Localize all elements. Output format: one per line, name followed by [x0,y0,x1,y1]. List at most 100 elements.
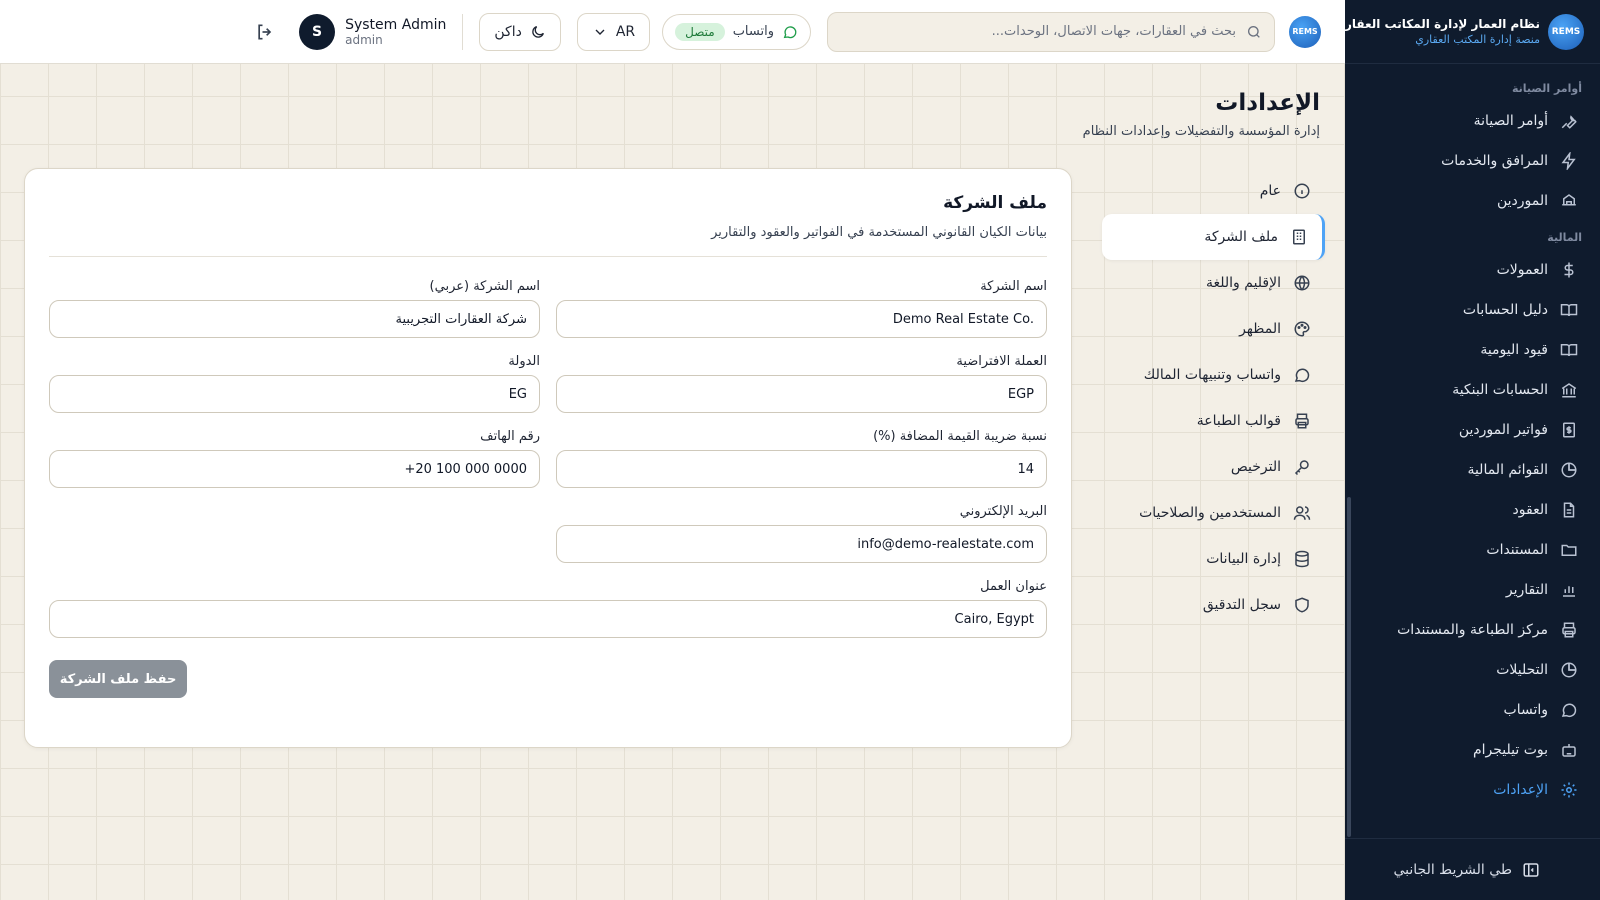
app-logo[interactable]: REMS [1289,15,1321,48]
country-input[interactable]: EG [49,375,540,413]
company-name-input[interactable]: Demo Real Estate Co. [556,300,1047,338]
sidebar-item-label: بوت تيليجرام [1472,742,1548,758]
field-label: عنوان العمل [980,579,1047,594]
moon-icon [532,25,544,38]
avatar[interactable]: S [299,13,336,50]
gear-icon [1561,782,1577,798]
email-input[interactable]: info@demo-realestate.com [556,525,1047,563]
status-badge: متصل [675,22,725,41]
sidebar-item-chart-of-accounts[interactable]: دليل الحسابات [1345,290,1600,330]
folder-icon [1561,544,1577,556]
company-name-ar-input[interactable]: شركة العقارات التجريبية [49,300,540,338]
company-form: اسم الشركة Demo Real Estate Co. اسم الشر… [49,279,1047,638]
chevron-down-icon [595,29,605,35]
logout-icon[interactable] [255,22,275,42]
settings-tab-company-profile[interactable]: ملف الشركة [1102,214,1325,260]
settings-menu: عام ملف الشركة الإقليم واللغة المظهر وات… [1102,168,1325,628]
collapse-sidebar-button[interactable]: طي الشريط الجانبي [1345,838,1600,900]
sidebar-item-telegram-bot[interactable]: بوت تيليجرام [1345,730,1600,770]
settings-tab-license[interactable]: الترخيص [1102,444,1325,490]
printer-icon [1295,413,1309,429]
sidebar-item-label: الموردين [1496,193,1548,209]
phone-input[interactable]: +20 100 000 0000 [49,450,540,488]
settings-tab-label: قوالب الطباعة [1196,413,1281,429]
email-field: البريد الإلكتروني info@demo-realestate.c… [556,504,1047,563]
settings-tab-whatsapp[interactable]: واتساب وتنبيهات المالك [1102,352,1325,398]
sidebar-item-maintenance[interactable]: أوامر الصيانة [1345,101,1600,141]
field-label: اسم الشركة [980,279,1047,294]
chat-icon [783,25,797,38]
settings-tab-appearance[interactable]: المظهر [1102,306,1325,352]
sidebar-item-label: العقود [1512,502,1548,518]
page-title: الإعدادات [1215,90,1320,116]
sidebar-item-journal-entries[interactable]: قيود اليومية [1345,330,1600,370]
sidebar-item-reports[interactable]: التقارير [1345,570,1600,610]
sidebar-item-vendors[interactable]: الموردين [1345,181,1600,221]
sidebar-item-settings[interactable]: الإعدادات [1345,770,1600,810]
settings-tab-users[interactable]: المستخدمين والصلاحيات [1102,490,1325,536]
sidebar-item-label: فواتير الموردين [1458,422,1548,438]
settings-tab-general[interactable]: عام [1102,168,1325,214]
settings-tab-data-management[interactable]: إدارة البيانات [1102,536,1325,582]
field-value: info@demo-realestate.com [857,536,1034,552]
sidebar-item-whatsapp[interactable]: واتساب [1345,690,1600,730]
address-input[interactable]: Cairo, Egypt [49,600,1047,638]
settings-tab-print-templates[interactable]: قوالب الطباعة [1102,398,1325,444]
brand-name: نظام العمار لإدارة المكاتب العقارية [1333,17,1540,31]
company-name-field: اسم الشركة Demo Real Estate Co. [556,279,1047,338]
sidebar: REMS نظام العمار لإدارة المكاتب العقارية… [1333,0,1600,900]
field-value: +20 100 000 0000 [404,461,527,477]
search-placeholder: بحث في العقارات، جهات الاتصال، الوحدات..… [991,24,1236,39]
sidebar-item-contracts[interactable]: العقود [1345,490,1600,530]
sidebar-item-label: التقارير [1505,582,1548,598]
theme-toggle-button[interactable]: داكن [479,12,561,51]
vat-input[interactable]: 14 [556,450,1047,488]
book-open-icon [1560,344,1578,357]
key-icon [1294,460,1309,476]
language-select[interactable]: AR [576,12,651,51]
settings-tab-audit-log[interactable]: سجل التدقيق [1102,582,1325,628]
dollar-icon [1564,262,1574,278]
search-input[interactable]: بحث في العقارات، جهات الاتصال، الوحدات..… [827,11,1275,52]
sidebar-item-print-center[interactable]: مركز الطباعة والمستندات [1345,610,1600,650]
shield-icon [1295,597,1309,613]
invoice-icon [1563,422,1575,438]
sidebar-item-analytics[interactable]: التحليلات [1345,650,1600,690]
field-label: اسم الشركة (عربي) [429,279,540,294]
sidebar-item-label: التحليلات [1496,662,1548,678]
sidebar-item-documents[interactable]: المستندات [1345,530,1600,570]
whatsapp-status-pill[interactable]: واتساب متصل [662,13,811,50]
sidebar-item-label: قيود اليومية [1480,342,1548,358]
field-label: العملة الافتراضية [956,354,1047,369]
sidebar-item-vendor-invoices[interactable]: فواتير الموردين [1345,410,1600,450]
phone-field: رقم الهاتف +20 100 000 0000 [49,429,540,488]
analytics-icon [1561,662,1577,678]
sidebar-item-label: مركز الطباعة والمستندات [1397,622,1548,638]
user-menu[interactable]: System Admin admin S [299,13,446,50]
sidebar-item-label: العمولات [1496,262,1548,278]
sidebar-item-utilities[interactable]: المرافق والخدمات [1345,141,1600,181]
address-field: عنوان العمل Cairo, Egypt [49,579,1047,638]
settings-tab-label: واتساب وتنبيهات المالك [1143,367,1281,383]
field-value: Demo Real Estate Co. [892,311,1034,327]
grid-spacer [49,504,540,563]
currency-input[interactable]: EGP [556,375,1047,413]
settings-tab-label: عام [1259,183,1281,199]
brand-logo: REMS [1548,13,1584,50]
settings-tab-label: الترخيص [1230,459,1281,475]
sidebar-item-bank-accounts[interactable]: الحسابات البنكية [1345,370,1600,410]
sidebar-item-financial-statements[interactable]: القوائم المالية [1345,450,1600,490]
page-subtitle: إدارة المؤسسة والتفضيلات وإعدادات النظام [1082,124,1320,139]
settings-tab-label: المظهر [1239,321,1281,337]
field-label: رقم الهاتف [480,429,540,444]
sidebar-scrollbar[interactable] [1347,497,1351,837]
field-value: شركة العقارات التجريبية [395,311,528,327]
settings-tab-region-language[interactable]: الإقليم واللغة [1102,260,1325,306]
sidebar-item-commissions[interactable]: العمولات [1345,250,1600,290]
save-company-profile-button[interactable]: حفظ ملف الشركة [49,660,187,698]
sidebar-item-label: المرافق والخدمات [1441,153,1548,169]
chat-icon [1561,703,1577,717]
bar-chart-icon [1563,586,1575,597]
settings-tab-label: إدارة البيانات [1206,551,1281,567]
company-profile-card: ملف الشركة بيانات الكيان القانوني المستخ… [24,168,1072,748]
